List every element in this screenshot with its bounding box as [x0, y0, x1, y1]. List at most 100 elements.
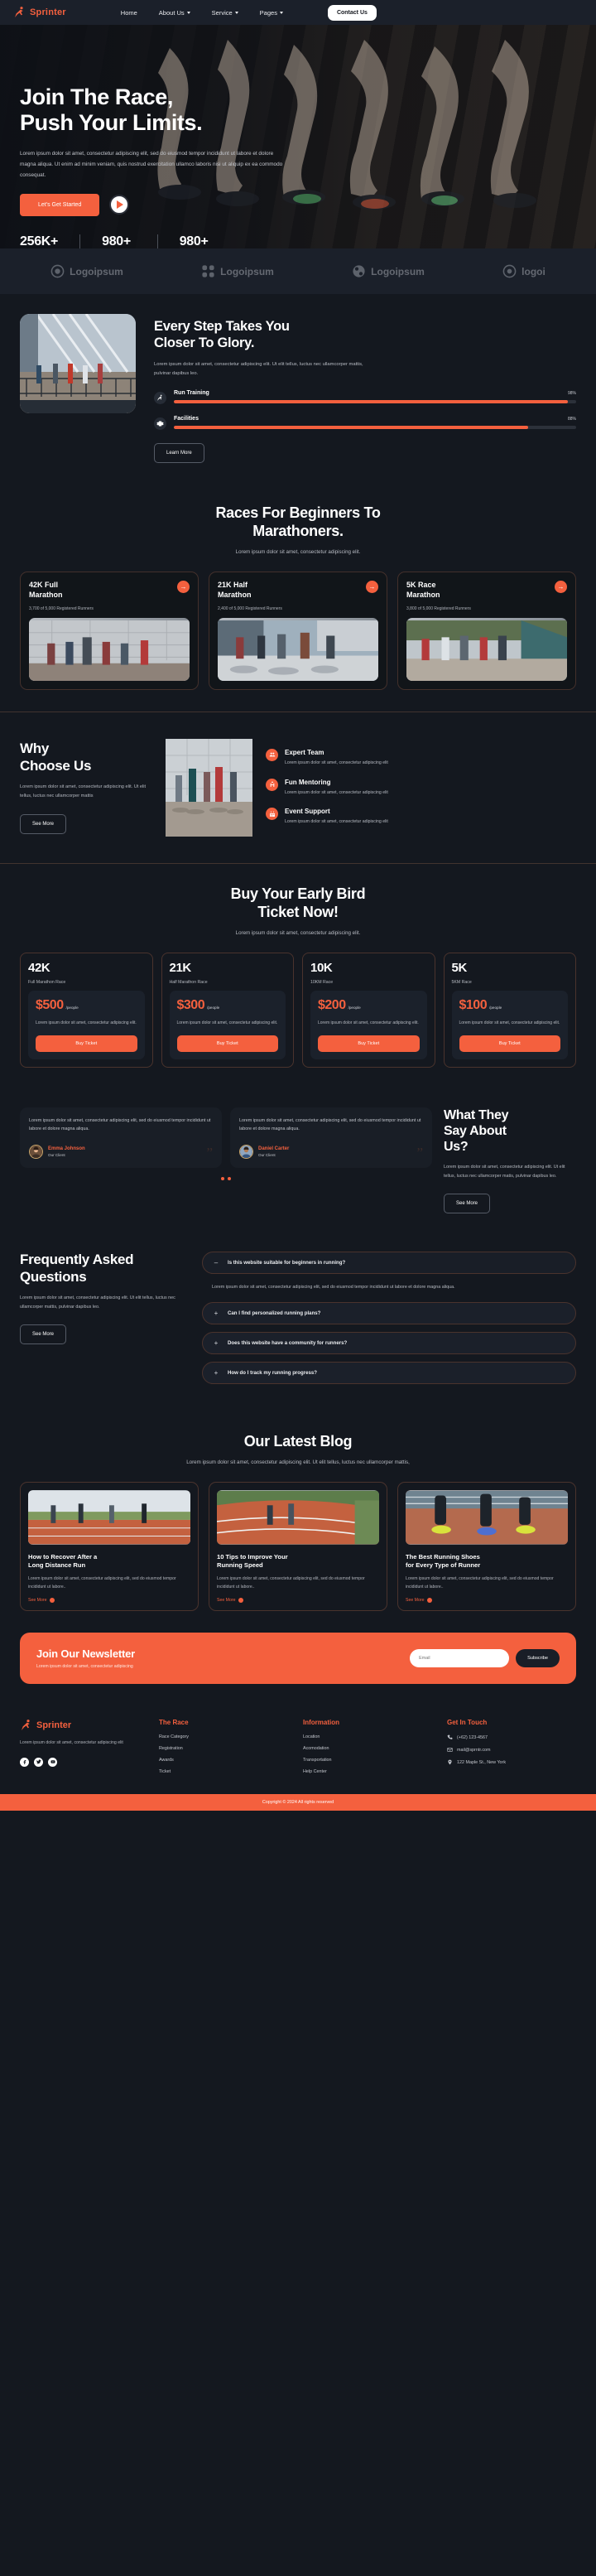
- faq-paragraph: Lorem ipsum dolor sit amet, consectetur …: [20, 1295, 175, 1310]
- blog-card[interactable]: How to Recover After a Long Distance Run…: [20, 1481, 199, 1612]
- pricing-per: /people: [489, 1005, 502, 1010]
- faq-item[interactable]: – Is this website suitable for beginners…: [202, 1252, 576, 1275]
- contact-us-button[interactable]: Contact Us: [327, 4, 377, 21]
- footer-link[interactable]: Ticket: [159, 1769, 288, 1774]
- carousel-dot[interactable]: [228, 1176, 231, 1180]
- pricing-distance: 21K: [169, 960, 192, 975]
- runner-icon: [22, 1720, 30, 1731]
- nav-item-pages[interactable]: Pages: [260, 9, 283, 17]
- skill-body: Run Training 98%: [174, 390, 576, 404]
- testimonial-card: Lorem ipsum dolor sit amet, consectetur …: [230, 1107, 432, 1168]
- chevron-down-icon: [234, 11, 238, 14]
- brand-name: Sprinter: [30, 7, 66, 17]
- race-image: [218, 617, 378, 681]
- buy-ticket-button[interactable]: Buy Ticket: [36, 1035, 137, 1052]
- race-image: [406, 617, 567, 681]
- arrow-right-icon[interactable]: →: [177, 581, 190, 594]
- lets-get-started-button[interactable]: Let's Get Started: [20, 193, 100, 216]
- phone-icon: [447, 1734, 453, 1739]
- pricing-amount: $500: [36, 997, 64, 1012]
- race-card[interactable]: 42K Full Marathon → 3,700 of 5,000 Regis…: [20, 572, 199, 690]
- testimonial-role: Our Client: [258, 1152, 276, 1157]
- running-icon: [154, 392, 166, 405]
- hero-paragraph: Lorem ipsum dolor sit amet, consectetur …: [20, 150, 283, 178]
- newsletter-subtitle: Lorem ipsum dolor sit amet, consectetur …: [36, 1664, 133, 1670]
- faq-item[interactable]: + Does this website have a community for…: [202, 1331, 576, 1354]
- contact-text: (+62) 123-4567: [457, 1734, 488, 1740]
- subscribe-button[interactable]: Subscribe: [516, 1649, 560, 1668]
- every-step-image: [20, 314, 136, 413]
- faq-see-more-button[interactable]: See More: [20, 1324, 67, 1345]
- stat-number: 980+: [179, 234, 209, 248]
- faq-item[interactable]: + How do I track my running progress?: [202, 1361, 576, 1384]
- hero-cta-group: Let's Get Started: [20, 193, 351, 216]
- blog-card-desc: Lorem ipsum dolor sit amet, consectetur …: [217, 1576, 365, 1589]
- avatar: [239, 1144, 253, 1159]
- buy-ticket-button[interactable]: Buy Ticket: [176, 1035, 278, 1052]
- main-nav: Home About Us Service Pages Contact Us: [121, 4, 377, 21]
- newsletter-form: Subscribe: [410, 1649, 560, 1668]
- social-links: [20, 1757, 144, 1767]
- buy-ticket-button[interactable]: Buy Ticket: [318, 1035, 420, 1052]
- nav-label: About Us: [158, 8, 185, 17]
- race-card[interactable]: 5K Race Marathon → 3,800 of 5,000 Regist…: [397, 572, 576, 690]
- races-section: Races For Beginners To Marathoners. Lore…: [0, 483, 596, 712]
- logoipsum-ring-icon: [502, 264, 517, 278]
- blog-card-desc: Lorem ipsum dolor sit amet, consectetur …: [406, 1576, 554, 1589]
- footer-link[interactable]: Transportation: [303, 1758, 432, 1763]
- footer-link[interactable]: Help Center: [303, 1769, 432, 1774]
- pricing-card-5k: 5K 5KM Race $100/people Lorem ipsum dolo…: [443, 952, 576, 1068]
- arrow-circle-icon: [49, 1598, 55, 1604]
- footer-brand[interactable]: Sprinter: [20, 1719, 144, 1732]
- email-input[interactable]: [410, 1649, 510, 1668]
- pricing-desc: Lorem ipsum dolor sit amet, consectetur …: [318, 1020, 419, 1025]
- footer-link[interactable]: Awards: [159, 1758, 288, 1763]
- hero-section: Join The Race, Push Your Limits. Lorem i…: [0, 25, 596, 248]
- twitter-icon[interactable]: [34, 1757, 43, 1767]
- blog-card[interactable]: The Best Running Shoes for Every Type of…: [397, 1481, 576, 1612]
- why-see-more-button[interactable]: See More: [20, 814, 67, 835]
- blog-see-more-link[interactable]: See More: [28, 1598, 190, 1604]
- feature-event-support: Event Support Lorem ipsum dolor sit amet…: [266, 808, 576, 827]
- arrow-right-icon[interactable]: →: [555, 581, 567, 594]
- contact-text: 122 Maple St., New York: [457, 1759, 507, 1765]
- race-card[interactable]: 21K Half Marathon → 2,400 of 5,000 Regis…: [209, 572, 387, 690]
- race-meta: 3,700 of 5,000 Registered Runners: [29, 605, 94, 611]
- site-header: Sprinter Home About Us Service Pages Con…: [0, 0, 596, 25]
- carousel-dot[interactable]: [221, 1176, 224, 1180]
- play-video-button[interactable]: [109, 195, 130, 215]
- blog-image: [28, 1489, 190, 1545]
- testimonials-see-more-button[interactable]: See More: [444, 1194, 491, 1214]
- carousel-dots[interactable]: [20, 1176, 432, 1180]
- brand-logo-group[interactable]: Sprinter: [13, 6, 66, 19]
- faq-question: Is this website suitable for beginners i…: [228, 1260, 346, 1266]
- skill-facilities: Facilities 88%: [154, 416, 576, 431]
- blog-see-more-link[interactable]: See More: [217, 1598, 379, 1604]
- skill-name: Run Training: [174, 390, 209, 397]
- blog-card-title: How to Recover After a Long Distance Run: [28, 1552, 98, 1570]
- nav-item-about-us[interactable]: About Us: [159, 9, 190, 17]
- contact-phone[interactable]: (+62) 123-4567: [447, 1734, 576, 1740]
- footer-link[interactable]: Race Category: [159, 1734, 288, 1739]
- nav-item-service[interactable]: Service: [212, 9, 238, 17]
- progress-bar-run-training: [174, 400, 576, 404]
- learn-more-button[interactable]: Learn More: [154, 443, 204, 464]
- buy-ticket-button[interactable]: Buy Ticket: [459, 1035, 560, 1052]
- footer-link[interactable]: Registration: [159, 1746, 288, 1751]
- youtube-icon[interactable]: [48, 1757, 57, 1767]
- blog-image: [406, 1489, 568, 1545]
- hero-title-line2: Push Your Limits.: [20, 109, 203, 135]
- arrow-right-icon[interactable]: →: [366, 581, 378, 594]
- race-title: 5K Race Marathon: [406, 581, 440, 599]
- nav-item-home[interactable]: Home: [121, 9, 137, 17]
- play-icon: [117, 200, 124, 210]
- contact-email[interactable]: mail@sprntr.com: [447, 1747, 576, 1753]
- blog-card[interactable]: 10 Tips to Improve Your Running Speed Lo…: [209, 1481, 387, 1612]
- contact-address[interactable]: 122 Maple St., New York: [447, 1759, 576, 1765]
- footer-link[interactable]: Acomodation: [303, 1746, 432, 1751]
- facebook-icon[interactable]: [20, 1757, 29, 1767]
- footer-link[interactable]: Location: [303, 1734, 432, 1739]
- skill-name: Facilities: [174, 416, 199, 422]
- blog-see-more-link[interactable]: See More: [406, 1598, 568, 1604]
- faq-item[interactable]: + Can I find personalized running plans?: [202, 1301, 576, 1324]
